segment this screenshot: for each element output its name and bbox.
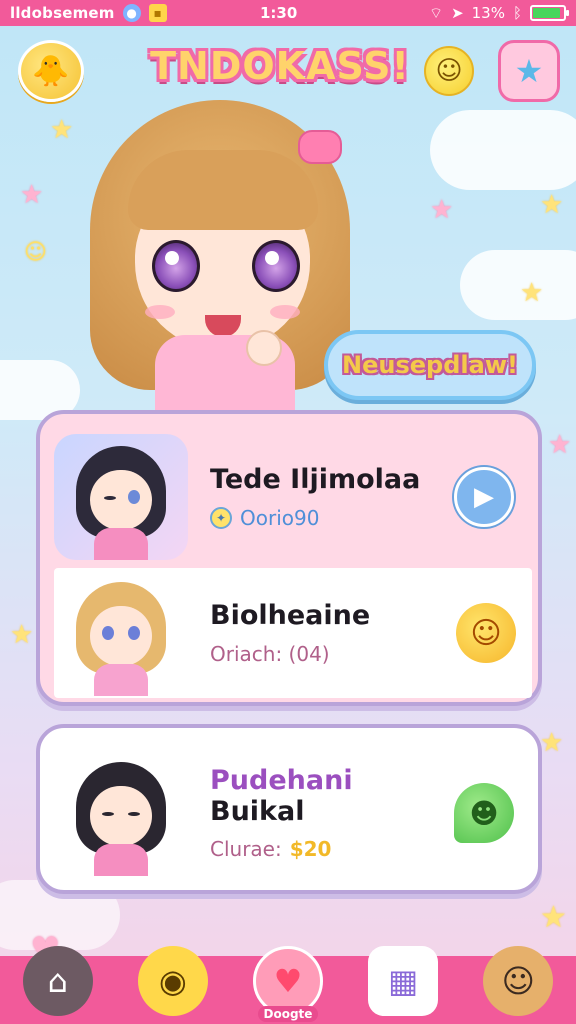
card-subtitle: Oriach: (04) — [210, 641, 330, 666]
hero-blush-left — [145, 305, 175, 319]
list-item[interactable]: Pudehani Buikal Clurae: $20 ☻ — [54, 738, 530, 888]
battery-percent: 13% — [471, 4, 505, 22]
hero-blush-right — [270, 305, 300, 319]
featured-panel: Pudehani Buikal Clurae: $20 ☻ — [36, 724, 542, 894]
app-title: TNDOKASS! — [150, 44, 410, 88]
smile-icon[interactable]: ☺ — [424, 46, 474, 96]
avatar — [54, 434, 188, 560]
nav-home[interactable]: ⌂ — [13, 946, 103, 1024]
message-notification-icon: ▪ — [148, 4, 167, 22]
chat-bubble-icon[interactable]: ☻ — [454, 783, 514, 843]
card-price-label: Clurae: — [210, 837, 282, 862]
card-title-line1: Pudehani — [210, 764, 353, 796]
list-item[interactable]: Tede Iljimolaa ✦ Oorio90 ▶ — [54, 430, 530, 564]
avatar — [54, 570, 188, 696]
bottom-nav: ⌂ ◉ ♥ Doogte ▦ ☺ — [0, 946, 576, 1024]
game-icon: ▦ — [368, 946, 439, 1016]
list-item[interactable]: Biolheaine Oriach: (04) ☺ — [54, 568, 532, 698]
app-notification-icon: ● — [122, 4, 141, 22]
hero-eye-right — [252, 240, 300, 292]
play-icon[interactable]: ▶ — [454, 467, 514, 527]
card-title-line2: Buikal — [210, 796, 305, 827]
nav-favorites-label: Doogte — [257, 1006, 319, 1022]
hair-bow-icon — [298, 130, 342, 164]
nav-mascot[interactable]: ◉ — [128, 946, 218, 1024]
card-title: Biolheaine — [210, 600, 371, 632]
new-update-button[interactable]: Neusepdlaw! — [324, 330, 536, 400]
nav-profile[interactable]: ☺ — [473, 946, 563, 1024]
star-wand-icon[interactable]: ★ — [498, 40, 560, 102]
battery-icon — [530, 5, 569, 21]
smile-face-icon[interactable]: ☺ — [456, 603, 516, 663]
chick-icon: ◉ — [137, 946, 208, 1016]
card-subtitle: Oorio90 — [240, 505, 320, 530]
status-bar: lldobsemem ● ▪ 1:30 ⌔ ➤ 13% ᛒ — [0, 0, 576, 26]
character-icon: ☺ — [483, 946, 554, 1016]
nav-games[interactable]: ▦ — [358, 946, 448, 1024]
status-time: 1:30 — [260, 4, 298, 22]
location-icon: ➤ — [451, 4, 464, 22]
battery-fill — [533, 8, 560, 18]
nav-favorites[interactable]: ♥ Doogte — [243, 946, 333, 1024]
card-title: Tede Iljimolaa — [210, 464, 421, 496]
home-icon: ⌂ — [22, 946, 93, 1016]
hero-hand — [246, 330, 282, 366]
bluetooth-icon: ᛒ — [512, 4, 522, 22]
avatar — [54, 750, 188, 876]
hero-bangs — [128, 150, 318, 230]
carrier-label: lldobsemem — [10, 4, 115, 22]
hero-eye-left — [152, 240, 200, 292]
wifi-icon: ⌔ — [428, 3, 444, 22]
badge-icon: ✦ — [210, 506, 232, 529]
card-price-value: $20 — [289, 837, 332, 862]
character-panel: Tede Iljimolaa ✦ Oorio90 ▶ Biolheaine Or… — [36, 410, 542, 706]
